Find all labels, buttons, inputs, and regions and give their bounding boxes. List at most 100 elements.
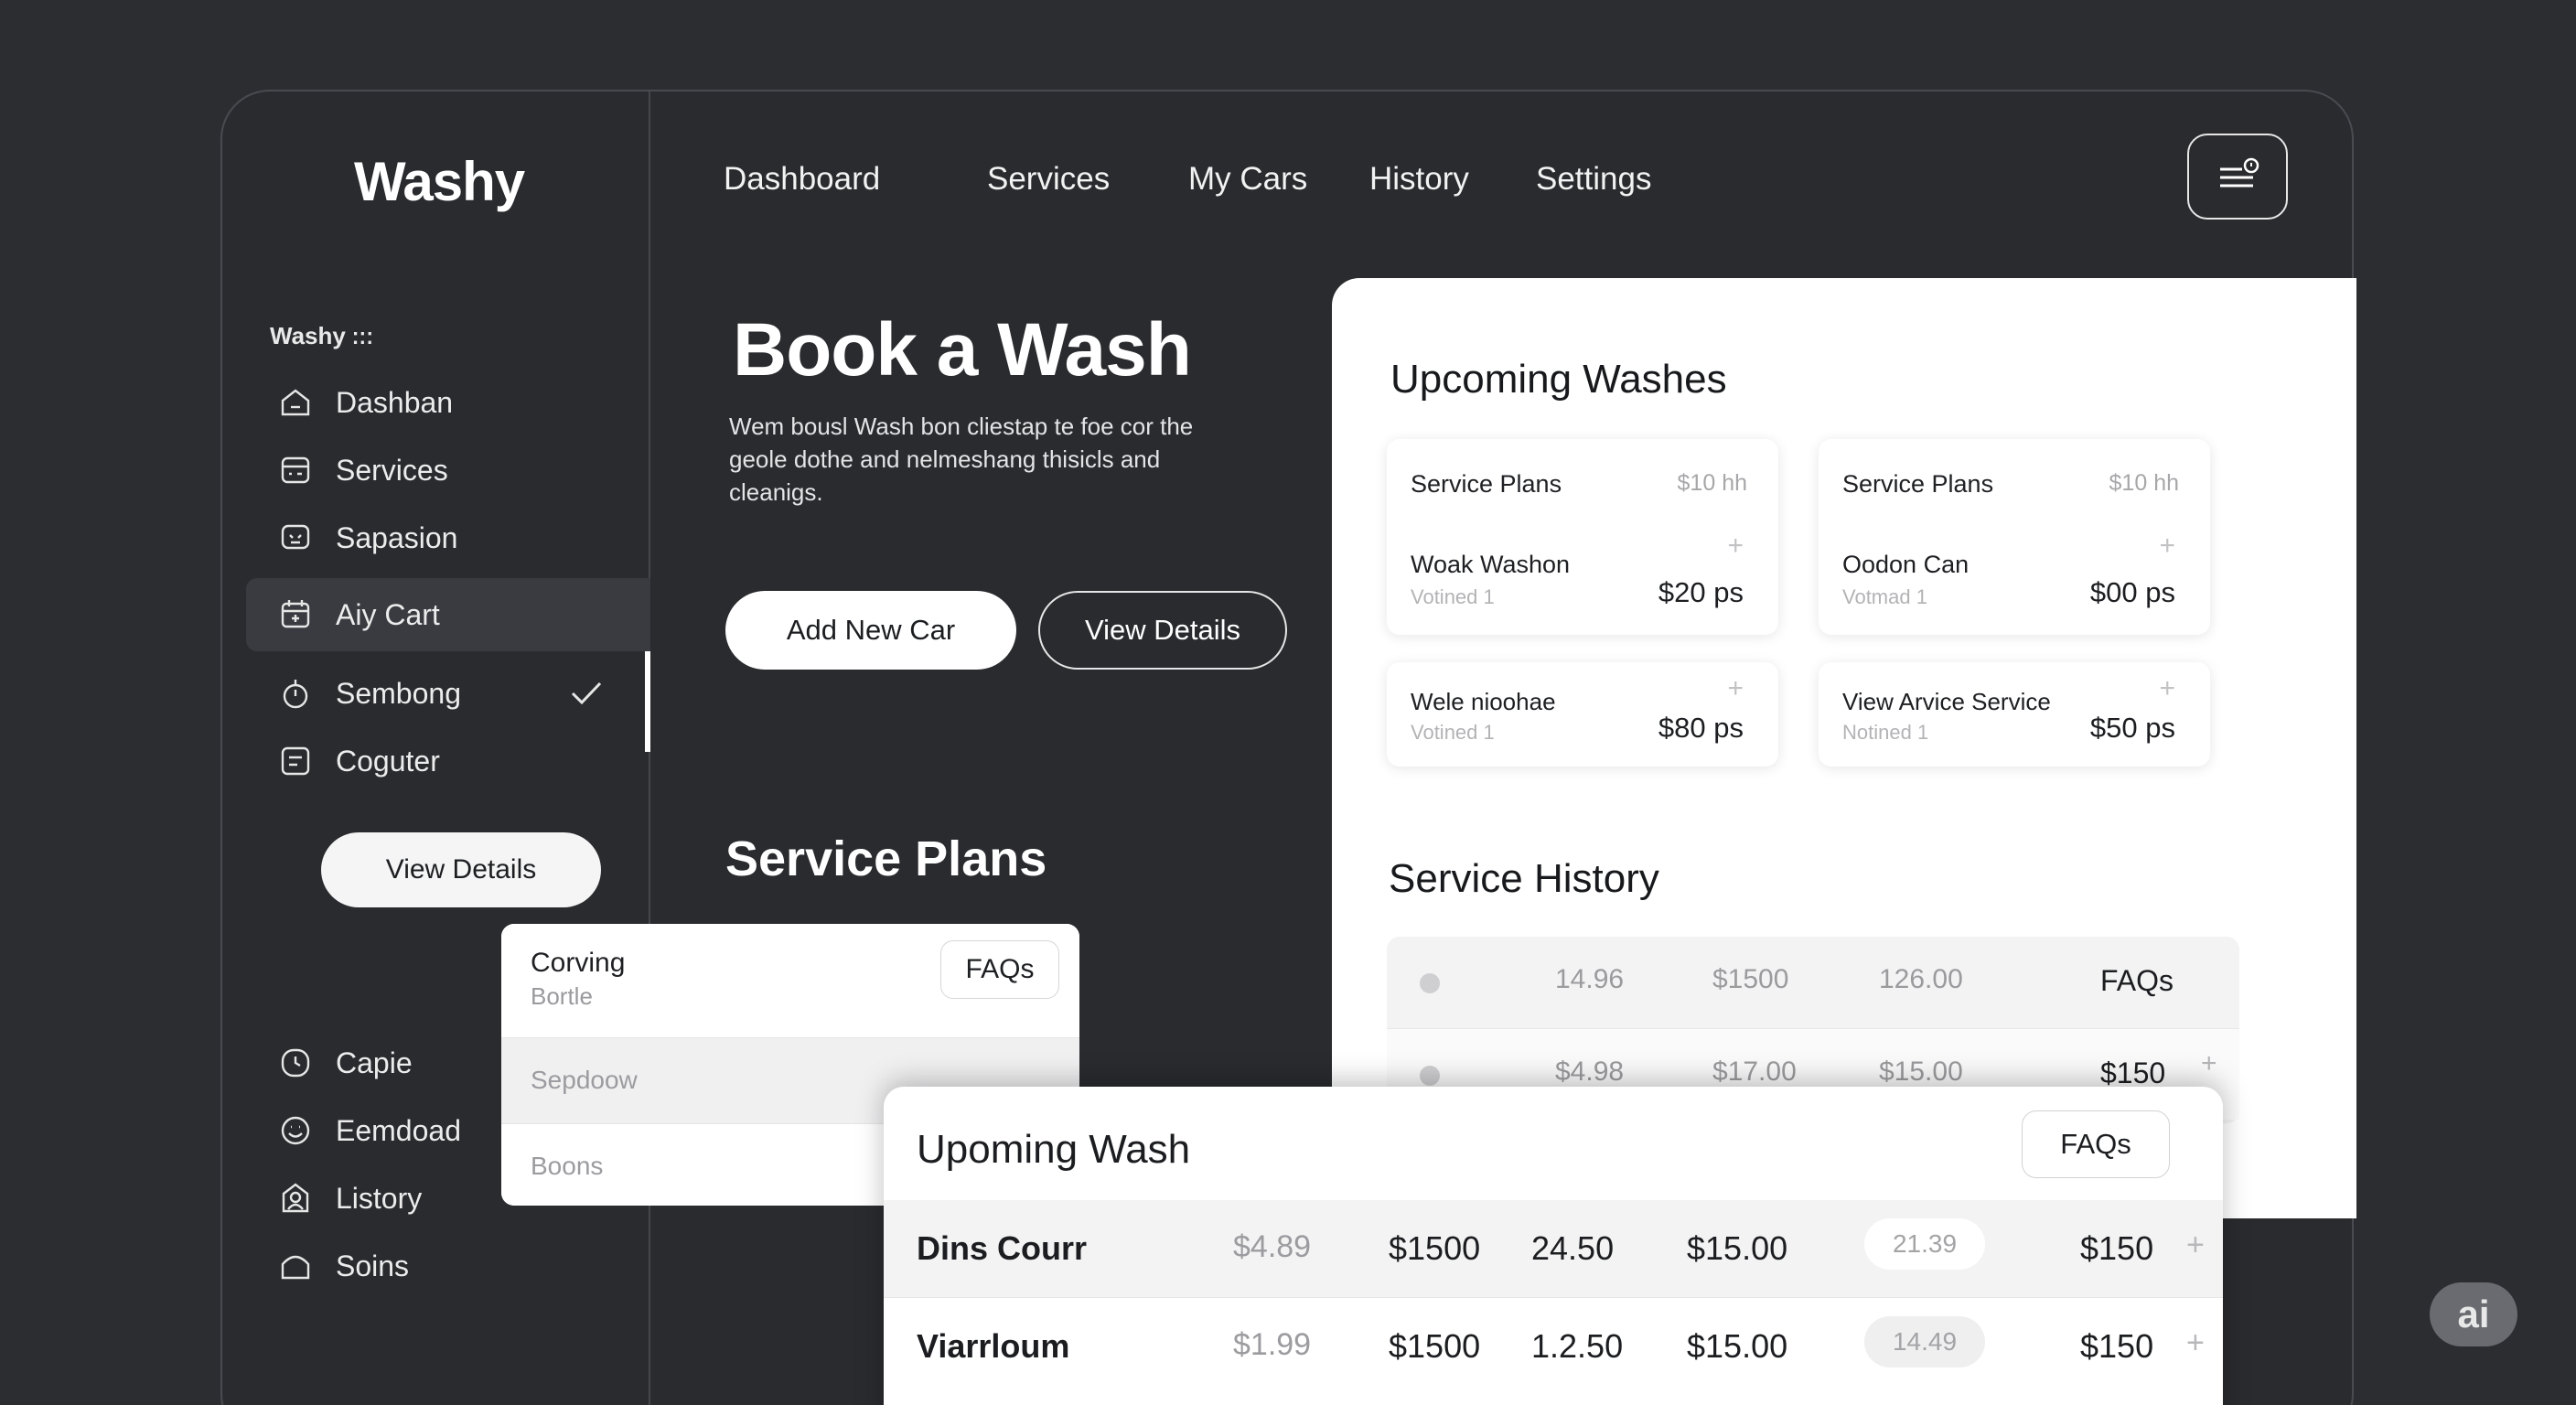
menu-button[interactable] — [2187, 134, 2288, 220]
wash-card-sub: Votmad 1 — [1842, 585, 1927, 608]
wash-card[interactable]: Service Plans $10 hh + Woak Washon Votin… — [1387, 439, 1778, 635]
sidebar-item-label: Dashban — [336, 385, 454, 419]
table-row[interactable]: 14.96 $1500 126.00 FAQs — [1387, 937, 2239, 1028]
sidebar-item-label: Aiy Cart — [336, 597, 440, 631]
wash-card[interactable]: + View Arvice Service Notined 1 $50 ps — [1819, 662, 2210, 767]
list-icon — [277, 743, 314, 779]
nav-dashboard[interactable]: Dashboard — [724, 161, 880, 198]
plus-icon[interactable]: + — [2186, 1228, 2205, 1263]
sidebar-item-label: Eemdoad — [336, 1113, 461, 1147]
sidebar-item-label: Sapasion — [336, 520, 458, 554]
history-cell: $15.00 — [1879, 1056, 1963, 1087]
plus-icon[interactable]: + — [2201, 1048, 2217, 1079]
nav-services[interactable]: Services — [987, 161, 1110, 198]
row-cell: $150 — [2080, 1229, 2154, 1267]
wash-card-sub: Votined 1 — [1411, 721, 1495, 744]
wash-card[interactable]: + Wele nioohae Votined 1 $80 ps — [1387, 662, 1778, 767]
row-badge: 21.39 — [1864, 1218, 1985, 1270]
wash-card-name: Oodon Can — [1842, 551, 1970, 578]
history-cell: 14.96 — [1555, 964, 1625, 994]
wash-card[interactable]: Service Plans $10 hh + Oodon Can Votmad … — [1819, 439, 2210, 635]
sidebar-item-sembong[interactable]: Sembong — [246, 657, 650, 730]
upcoming-wash-title: Upoming Wash — [917, 1127, 1191, 1172]
plans-faqs-button[interactable]: FAQs — [940, 940, 1059, 999]
history-cell: $17.00 — [1712, 1056, 1797, 1087]
sidebar-item-label: Soins — [336, 1249, 410, 1282]
wash-card-name: Woak Washon — [1411, 551, 1571, 578]
upcoming-wash-card: Upoming Wash FAQs Dins Courr $4.89 $1500… — [884, 1087, 2223, 1405]
wash-card-name: Wele nioohae — [1411, 688, 1556, 715]
sidebar-item-coguter[interactable]: Coguter — [246, 724, 650, 798]
wash-card-price: $00 ps — [2089, 576, 2175, 608]
sidebar-item-label: Capie — [336, 1046, 413, 1079]
sidebar-item-dashban[interactable]: Dashban — [246, 366, 650, 439]
plus-icon[interactable]: + — [2159, 531, 2175, 562]
sidebar-item-services[interactable]: Services — [246, 434, 650, 507]
row-cell: $15.00 — [1687, 1229, 1788, 1267]
service-history-title: Service History — [1389, 856, 1659, 901]
hero-description: Wem bousl Wash bon cliestap te foe cor t… — [729, 413, 1194, 506]
history-cell: 126.00 — [1879, 964, 1963, 994]
row-name: Dins Courr — [917, 1229, 1088, 1267]
wash-card-sub: Notined 1 — [1842, 721, 1929, 744]
row-cell: $1500 — [1389, 1229, 1481, 1267]
wash-card-rate: $10 hh — [2109, 470, 2179, 496]
nav-my-cars[interactable]: My Cars — [1188, 161, 1307, 198]
sidebar-item-sapasion[interactable]: Sapasion — [246, 501, 650, 574]
history-cell: $1500 — [1712, 964, 1789, 994]
history-cell: $150 — [2100, 1056, 2166, 1089]
status-dot — [1420, 1066, 1440, 1086]
sidebar-item-soins[interactable]: Soins — [246, 1229, 650, 1303]
active-indicator — [645, 651, 650, 752]
plus-icon[interactable]: + — [1727, 673, 1744, 704]
hero-title: Book a Wash — [733, 308, 1192, 391]
add-new-car-button[interactable]: Add New Car — [725, 591, 1016, 670]
table-row[interactable]: Viarrloum $1.99 $1500 1.2.50 $15.00 14.4… — [884, 1297, 2223, 1394]
view-details-outline-button[interactable]: View Details — [1038, 591, 1287, 670]
clock-icon — [277, 1045, 314, 1081]
check-icon — [571, 681, 602, 705]
sidebar-item-label: Coguter — [336, 744, 440, 778]
menu-notification-icon — [2220, 157, 2259, 188]
chat-icon — [277, 520, 314, 556]
table-row[interactable]: Dins Courr $4.89 $1500 24.50 $15.00 21.3… — [884, 1200, 2223, 1297]
row-cell: $15.00 — [1687, 1327, 1788, 1365]
wash-card-head: Service Plans — [1411, 470, 1562, 498]
nav-settings[interactable]: Settings — [1536, 161, 1651, 198]
upwash-faqs-button[interactable]: FAQs — [2022, 1110, 2170, 1178]
service-plans-title: Service Plans — [725, 831, 1047, 886]
sidebar-item-aiy-cart[interactable]: Aiy Cart — [246, 578, 650, 651]
sidebar-item-label: Sembong — [336, 676, 461, 710]
sidebar-item-label: Listory — [336, 1181, 423, 1215]
upcoming-washes-title: Upcoming Washes — [1390, 357, 1727, 402]
home-icon — [277, 384, 314, 421]
plus-icon[interactable]: + — [1727, 531, 1744, 562]
wash-card-head: Service Plans — [1842, 470, 1994, 498]
row-cell: $1.99 — [1233, 1327, 1312, 1362]
smile-icon — [277, 1112, 314, 1149]
sidebar-item-label: Services — [336, 453, 448, 487]
ai-badge: ai — [2430, 1282, 2517, 1346]
wash-card-price: $50 ps — [2089, 712, 2175, 744]
row-cell: 1.2.50 — [1531, 1327, 1624, 1365]
wash-card-rate: $10 hh — [1677, 470, 1747, 496]
user-icon — [277, 1180, 314, 1217]
view-details-button[interactable]: View Details — [321, 832, 601, 907]
plus-icon[interactable]: + — [2186, 1325, 2205, 1361]
wash-card-sub: Votined 1 — [1411, 585, 1495, 608]
row-cell: $1500 — [1389, 1327, 1481, 1365]
history-cell: $4.98 — [1555, 1056, 1625, 1087]
history-faqs-link[interactable]: FAQs — [2100, 964, 2174, 998]
home-outline-icon — [277, 1248, 314, 1284]
wash-card-name: View Arvice Service — [1842, 688, 2051, 715]
wash-card-price: $20 ps — [1658, 576, 1744, 608]
nav-history[interactable]: History — [1369, 161, 1469, 198]
sidebar-section-label: Washy ⁚⁚⁚ — [270, 322, 374, 349]
row-badge: 14.49 — [1864, 1316, 1985, 1367]
row-cell: 24.50 — [1531, 1229, 1615, 1267]
calendar-plus-icon — [277, 596, 314, 633]
timer-icon — [277, 675, 314, 712]
sidebar: Washy Washy ⁚⁚⁚ Dashban Services Sapasio… — [222, 91, 650, 1405]
row-cell: $4.89 — [1233, 1229, 1312, 1264]
plus-icon[interactable]: + — [2159, 673, 2175, 704]
